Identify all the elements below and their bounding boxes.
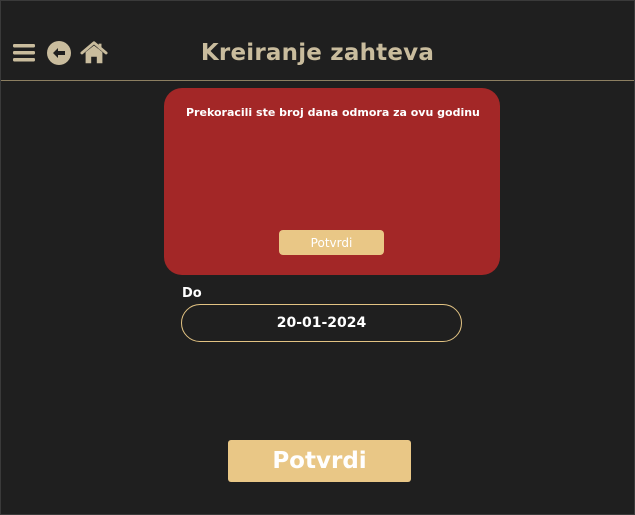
page-title: Kreiranje zahteva <box>200 40 435 66</box>
date-to-label: Do <box>182 286 202 301</box>
alert-message: Prekoracili ste broj dana odmora za ovu … <box>186 106 480 119</box>
alert-confirm-button[interactable]: Potvrdi <box>279 230 384 255</box>
date-to-field[interactable]: 20-01-2024 <box>181 304 462 342</box>
submit-button[interactable]: Potvrdi <box>228 440 411 482</box>
header-bar: Kreiranje zahteva <box>1 1 634 81</box>
error-alert: Prekoracili ste broj dana odmora za ovu … <box>164 88 500 275</box>
app-window: Kreiranje zahteva Prekoracili ste broj d… <box>0 0 635 515</box>
